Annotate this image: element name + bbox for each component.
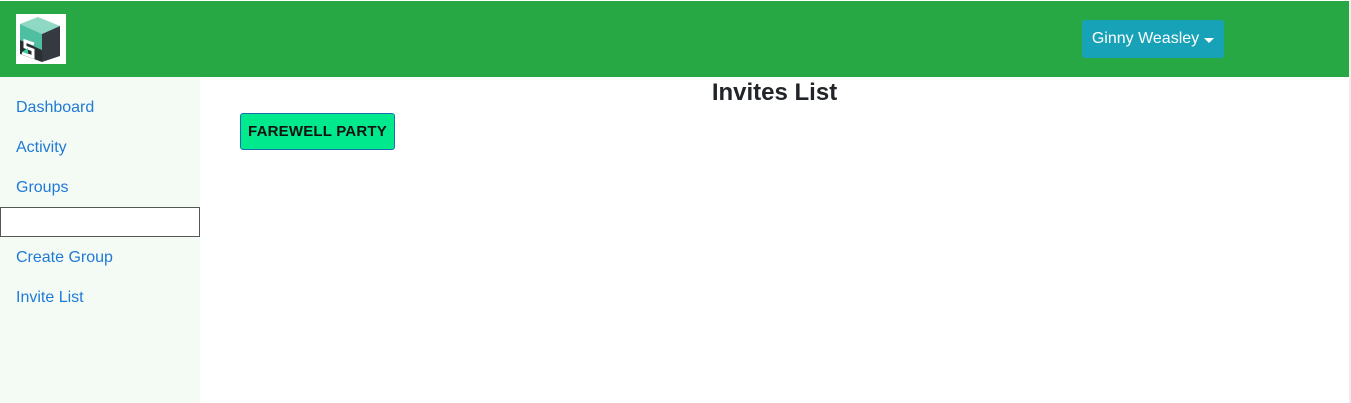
top-navbar: Ginny Weasley <box>0 1 1349 77</box>
user-menu-dropdown[interactable]: Ginny Weasley <box>1082 20 1224 58</box>
sidebar-item-dashboard[interactable]: Dashboard <box>16 98 94 118</box>
invite-button-farewell-party[interactable]: FAREWELL PARTY <box>240 113 395 150</box>
sidebar-item-groups[interactable]: Groups <box>16 178 68 198</box>
sidebar-item-create-group[interactable]: Create Group <box>16 248 113 268</box>
group-search-input[interactable] <box>0 207 200 237</box>
sidebar-item-activity[interactable]: Activity <box>16 138 67 158</box>
user-name-label: Ginny Weasley <box>1091 30 1200 47</box>
sidebar: Dashboard Activity Groups Create Group I… <box>0 77 200 403</box>
page-title: Invites List <box>711 79 838 106</box>
caret-down-icon <box>1204 37 1215 43</box>
sidebar-item-invite-list[interactable]: Invite List <box>16 288 84 308</box>
app-logo-icon[interactable] <box>16 14 66 64</box>
